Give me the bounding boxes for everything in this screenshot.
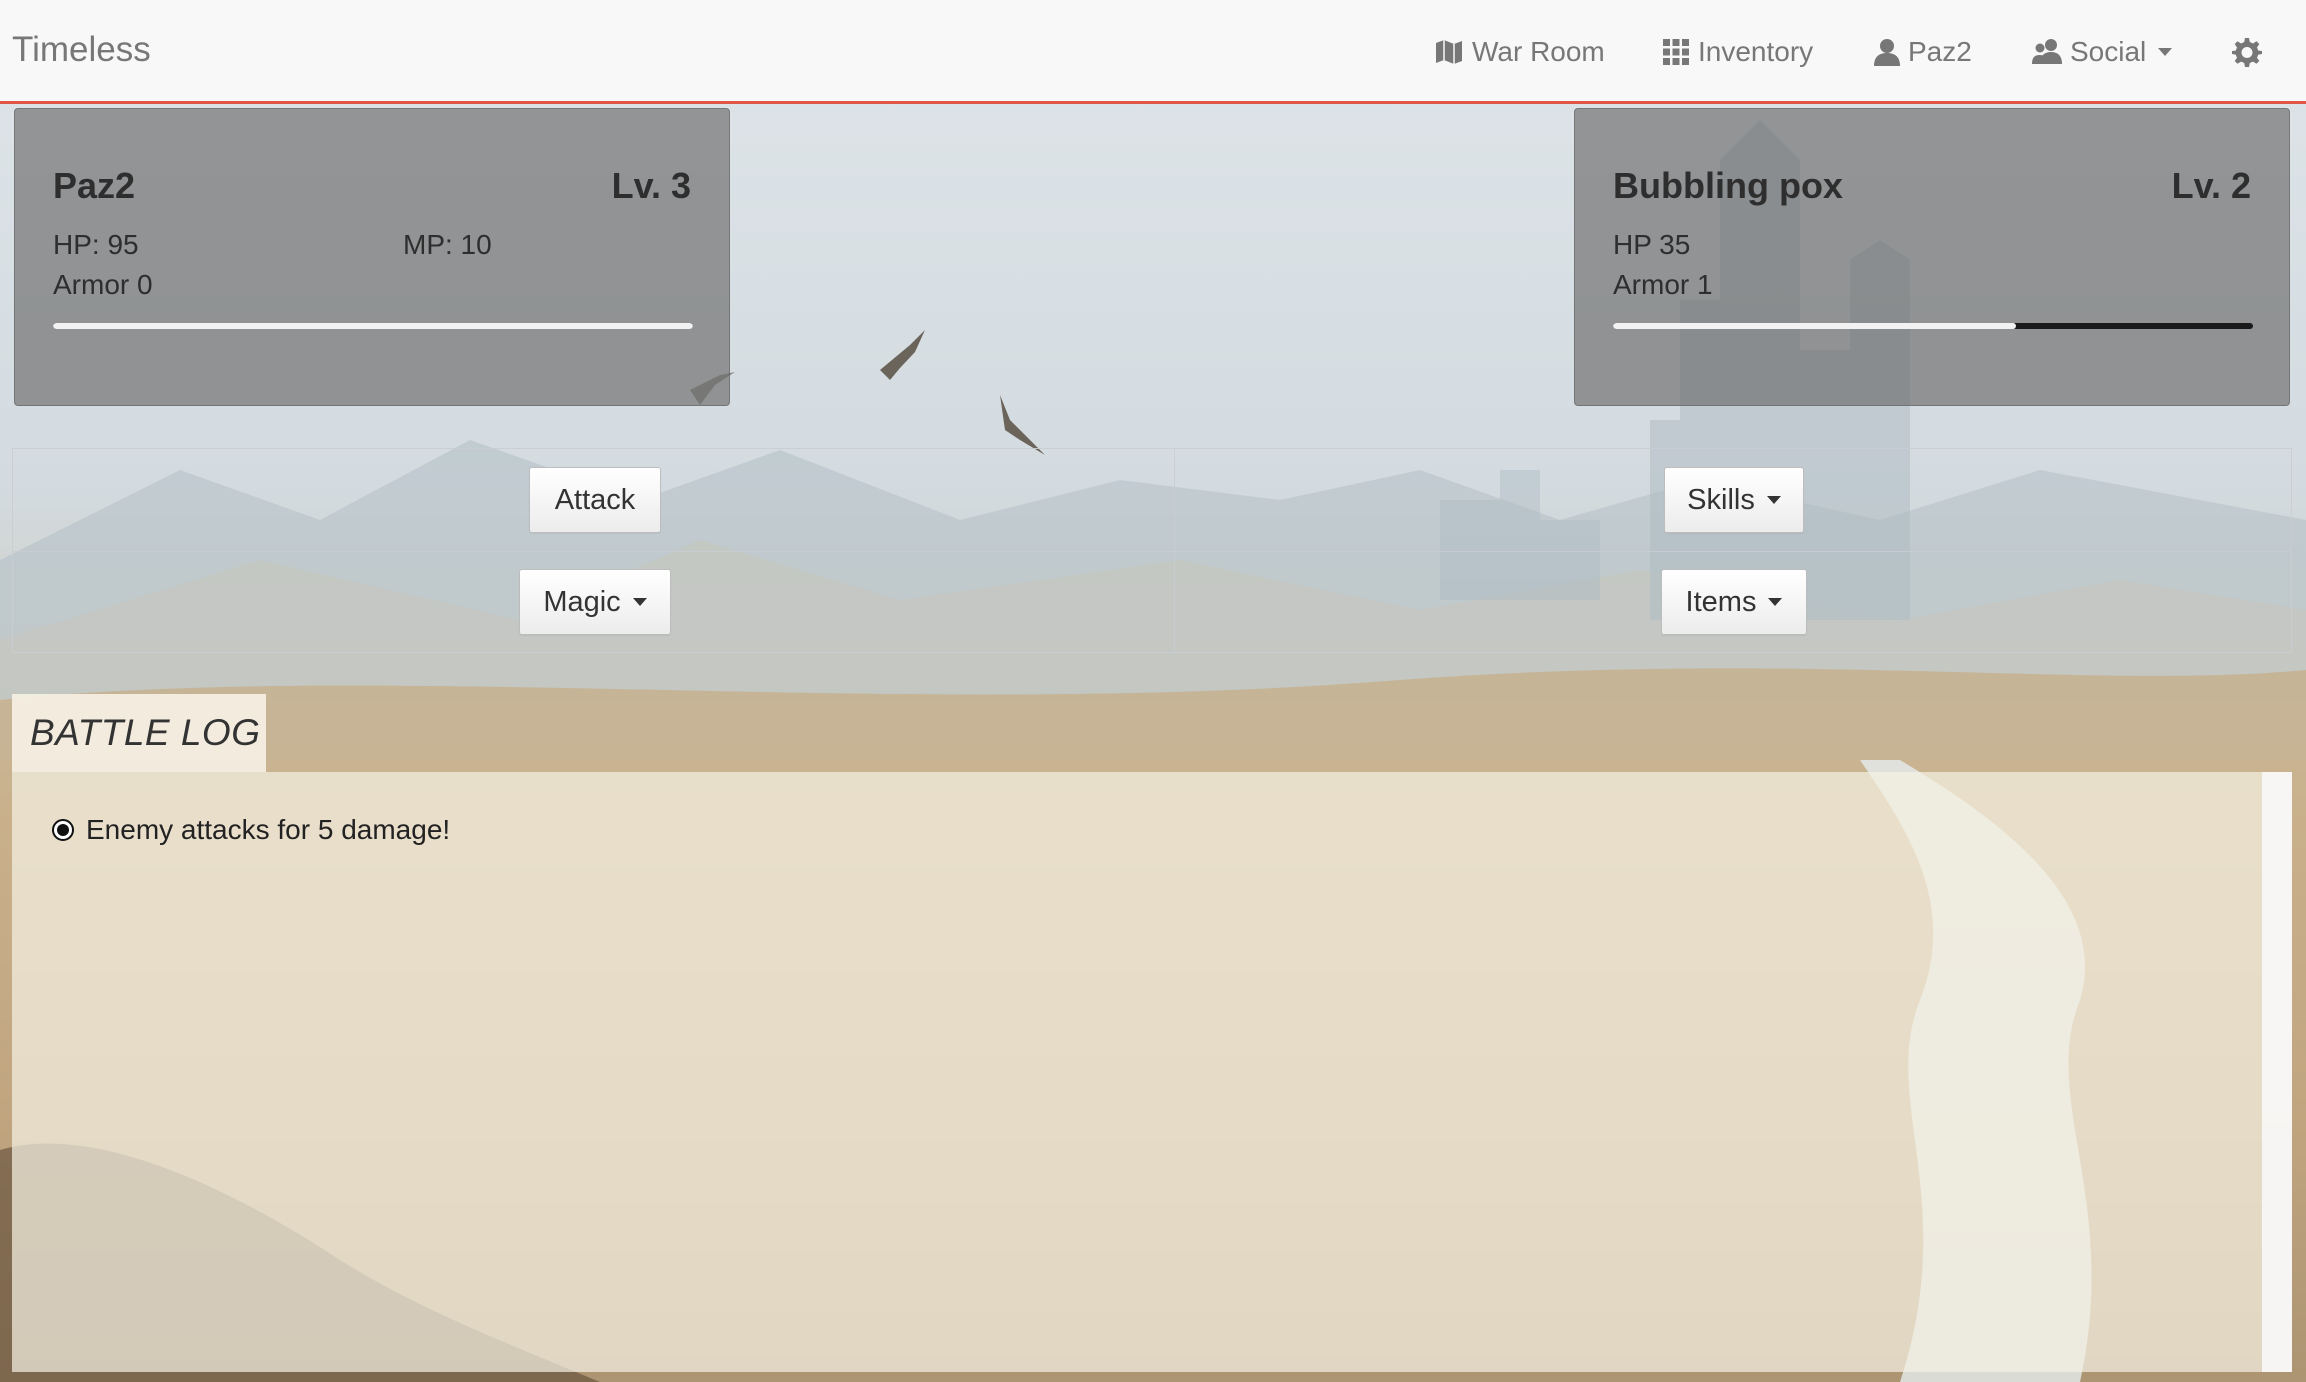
chevron-down-icon	[2158, 48, 2173, 56]
enemy-name: Bubbling pox	[1613, 165, 1843, 206]
nav-profile[interactable]: Paz2	[1874, 32, 1972, 72]
battle-log-panel[interactable]: Enemy attacks for 5 damage!	[12, 772, 2262, 1372]
player-armor: Armor 0	[53, 269, 153, 300]
player-stats-panel: Paz2 Lv. 3 HP: 95 MP: 10 Armor 0	[14, 108, 730, 406]
items-dropdown-button[interactable]: Items	[1661, 569, 1807, 635]
user-icon	[1874, 39, 1900, 66]
enemy-armor: Armor 1	[1613, 269, 1713, 300]
enemy-level: Lv. 2	[2171, 165, 2251, 206]
top-navbar: Timeless War Room Inventory Paz2 Social	[0, 0, 2306, 104]
attack-button[interactable]: Attack	[529, 467, 661, 533]
enemy-hp: HP 35	[1613, 229, 1691, 260]
chevron-down-icon	[1766, 496, 1781, 504]
nav-inventory[interactable]: Inventory	[1662, 32, 1813, 72]
nav-social-dropdown[interactable]: Social	[2032, 32, 2173, 72]
chevron-down-icon	[1768, 598, 1783, 606]
enemy-stats-panel: Bubbling pox Lv. 2 HP 35 Armor 1	[1574, 108, 2290, 406]
player-name: Paz2	[53, 165, 136, 206]
battle-log-scrollbar[interactable]	[2262, 772, 2292, 1372]
brand-title[interactable]: Timeless	[12, 30, 151, 70]
skills-button-label: Skills	[1687, 483, 1755, 516]
map-flag-icon	[1436, 40, 1462, 64]
battle-actions-grid: Attack Skills Magic Items	[12, 448, 2292, 653]
player-mp: MP: 10	[403, 229, 492, 260]
magic-button-label: Magic	[543, 585, 621, 618]
nav-profile-label: Paz2	[1908, 36, 1972, 67]
log-entry: Enemy attacks for 5 damage!	[52, 814, 450, 846]
log-entry-text: Enemy attacks for 5 damage!	[86, 814, 451, 845]
attack-button-label: Attack	[554, 483, 636, 516]
users-icon	[2032, 39, 2062, 64]
battle-log-title: BATTLE LOG	[30, 712, 261, 753]
enemy-hp-bar-fill	[1613, 323, 2017, 329]
battle-log-tab: BATTLE LOG	[12, 694, 266, 772]
nav-inventory-label: Inventory	[1698, 36, 1814, 67]
gear-icon	[2232, 38, 2262, 67]
magic-dropdown-button[interactable]: Magic	[519, 569, 671, 635]
skills-dropdown-button[interactable]: Skills	[1664, 467, 1804, 533]
items-button-label: Items	[1685, 585, 1757, 618]
grid-icon	[1663, 39, 1689, 65]
player-hp: HP: 95	[53, 229, 139, 260]
bullet-dot-icon	[52, 819, 74, 841]
grid-divider-horizontal	[13, 551, 2291, 552]
chevron-down-icon	[632, 598, 647, 606]
player-hp-bar	[53, 323, 693, 329]
nav-war-room-label: War Room	[1472, 36, 1605, 67]
enemy-hp-bar	[1613, 323, 2253, 329]
player-hp-bar-fill	[53, 323, 693, 329]
nav-social-label: Social	[2070, 36, 2147, 67]
player-level: Lv. 3	[611, 165, 691, 206]
settings-button[interactable]	[2232, 32, 2262, 72]
nav-war-room[interactable]: War Room	[1434, 32, 1605, 72]
